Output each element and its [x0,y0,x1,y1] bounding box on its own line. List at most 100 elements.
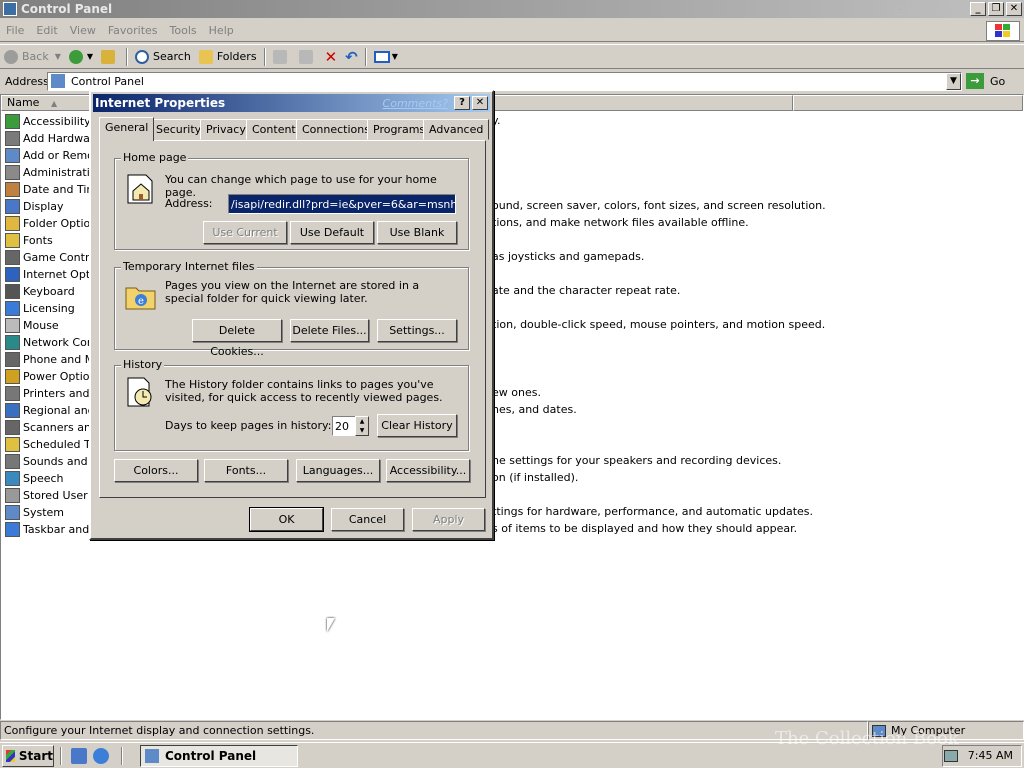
dialog-titlebar[interactable]: Internet Properties Comments? ? ✕ [93,94,490,112]
colors-button[interactable]: Colors... [114,459,198,482]
comments-link[interactable]: Comments? [895,3,960,16]
tab-connections[interactable]: Connections [296,119,376,140]
settings-button[interactable]: Settings... [377,319,457,342]
go-button[interactable]: → Go [966,73,1005,89]
apply-button[interactable]: Apply [412,508,485,531]
fonts-button[interactable]: Fonts... [204,459,288,482]
list-item[interactable]: Fonts [5,232,89,249]
undo-button[interactable]: ↶ [341,46,362,68]
list-item-label: Scheduled Ta [23,438,89,451]
tab-security[interactable]: Security [150,119,208,140]
list-item[interactable]: Sounds and A [5,453,89,470]
days-to-keep-input[interactable] [332,416,356,436]
minimize-button[interactable]: _ [970,2,986,16]
control-panel-applet-icon [5,250,20,265]
move-to-button[interactable] [269,46,295,68]
tab-advanced[interactable]: Advanced [423,119,490,140]
list-item[interactable]: Game Control [5,249,89,266]
list-item[interactable]: Power Option [5,368,89,385]
menu-file[interactable]: File [0,24,30,37]
control-panel-applet-icon [5,471,20,486]
list-item[interactable]: Scanners and [5,419,89,436]
use-default-button[interactable]: Use Default [290,221,374,244]
back-button[interactable]: Back ▼ [0,46,65,68]
up-button[interactable] [97,46,123,68]
show-desktop-icon[interactable] [71,747,87,764]
close-window-button[interactable]: ✕ [1006,2,1022,16]
dialog-comments-link[interactable]: Comments? [383,97,448,110]
accessibility-button[interactable]: Accessibility... [386,459,470,482]
list-item[interactable]: Printers and F [5,385,89,402]
home-page-address-input[interactable] [228,194,456,214]
list-item[interactable]: Scheduled Ta [5,436,89,453]
list-item[interactable]: Internet Optic [5,266,89,283]
folders-button[interactable]: Folders [195,46,261,68]
control-panel-applet-icon [5,131,20,146]
list-item[interactable]: Phone and Mo [5,351,89,368]
control-panel-applet-icon [5,403,20,418]
tab-general[interactable]: General [99,117,155,141]
list-item[interactable]: Folder Option [5,215,89,232]
list-item[interactable]: Licensing [5,300,89,317]
dialog-close-button[interactable]: ✕ [472,96,488,110]
search-button[interactable]: Search [131,46,195,68]
forward-dropdown-icon[interactable]: ▼ [87,52,93,61]
history-group-label: History [121,358,165,371]
delete-button[interactable]: ✕ [321,46,342,68]
forward-button[interactable]: ▼ [65,46,97,68]
use-blank-button[interactable]: Use Blank [377,221,457,244]
back-arrow-icon [4,49,18,64]
tab-privacy[interactable]: Privacy [200,119,252,140]
ok-button[interactable]: OK [249,507,324,532]
menu-help[interactable]: Help [203,24,240,37]
internet-explorer-icon[interactable] [93,747,109,764]
network-tray-icon[interactable] [943,749,958,762]
tab-content[interactable]: Content [246,119,302,140]
cancel-button[interactable]: Cancel [331,508,404,531]
address-dropdown-button[interactable]: ▼ [946,72,961,90]
start-button[interactable]: Start [2,744,54,767]
days-spinner[interactable]: ▲ ▼ [355,416,369,436]
list-item[interactable]: Accessibility C [5,113,89,130]
list-item[interactable]: Mouse [5,317,89,334]
dialog-help-button[interactable]: ? [454,96,470,110]
list-item[interactable]: Display [5,198,89,215]
taskbar-item-control-panel[interactable]: Control Panel [140,744,298,767]
window-titlebar[interactable]: Control Panel Comments? _ ❐ ✕ [0,0,1024,18]
column-header-name[interactable]: Name ▲ [1,95,93,111]
list-item[interactable]: Network Conn [5,334,89,351]
mouse-pointer-icon [327,618,335,632]
languages-button[interactable]: Languages... [296,459,380,482]
list-item-label: Folder Option [23,217,89,230]
list-item[interactable]: Speech [5,470,89,487]
delete-cookies-button[interactable]: Delete Cookies... [192,319,282,358]
list-item[interactable]: Keyboard [5,283,89,300]
list-item[interactable]: Add or Remov [5,147,89,164]
address-field[interactable]: Control Panel ▼ [47,71,962,91]
menu-tools[interactable]: Tools [164,24,203,37]
svg-text:e: e [138,296,144,307]
list-item[interactable]: Taskbar and S [5,521,89,538]
list-item[interactable]: Add Hardware [5,130,89,147]
back-dropdown-icon[interactable]: ▼ [55,52,61,61]
menu-view[interactable]: View [64,24,102,37]
menubar: File Edit View Favorites Tools Help [0,20,1024,42]
menu-favorites[interactable]: Favorites [102,24,164,37]
status-text: Configure your Internet display and conn… [0,721,868,740]
clock[interactable]: 7:45 AM [968,749,1013,762]
clear-history-button[interactable]: Clear History [377,414,457,437]
views-button[interactable]: ▼ [370,46,402,68]
delete-files-button[interactable]: Delete Files... [290,319,369,342]
list-item[interactable]: Stored User N [5,487,89,504]
list-item-description: hes, and dates. [492,403,577,416]
menu-edit[interactable]: Edit [30,24,63,37]
list-item[interactable]: System [5,504,89,521]
tab-programs[interactable]: Programs [367,119,432,140]
up-folder-icon [101,49,116,64]
use-current-button[interactable]: Use Current [203,221,287,244]
list-item[interactable]: Regional and [5,402,89,419]
restore-button[interactable]: ❐ [988,2,1004,16]
list-item[interactable]: Administrative [5,164,89,181]
copy-to-button[interactable] [295,46,321,68]
list-item[interactable]: Date and Time [5,181,89,198]
